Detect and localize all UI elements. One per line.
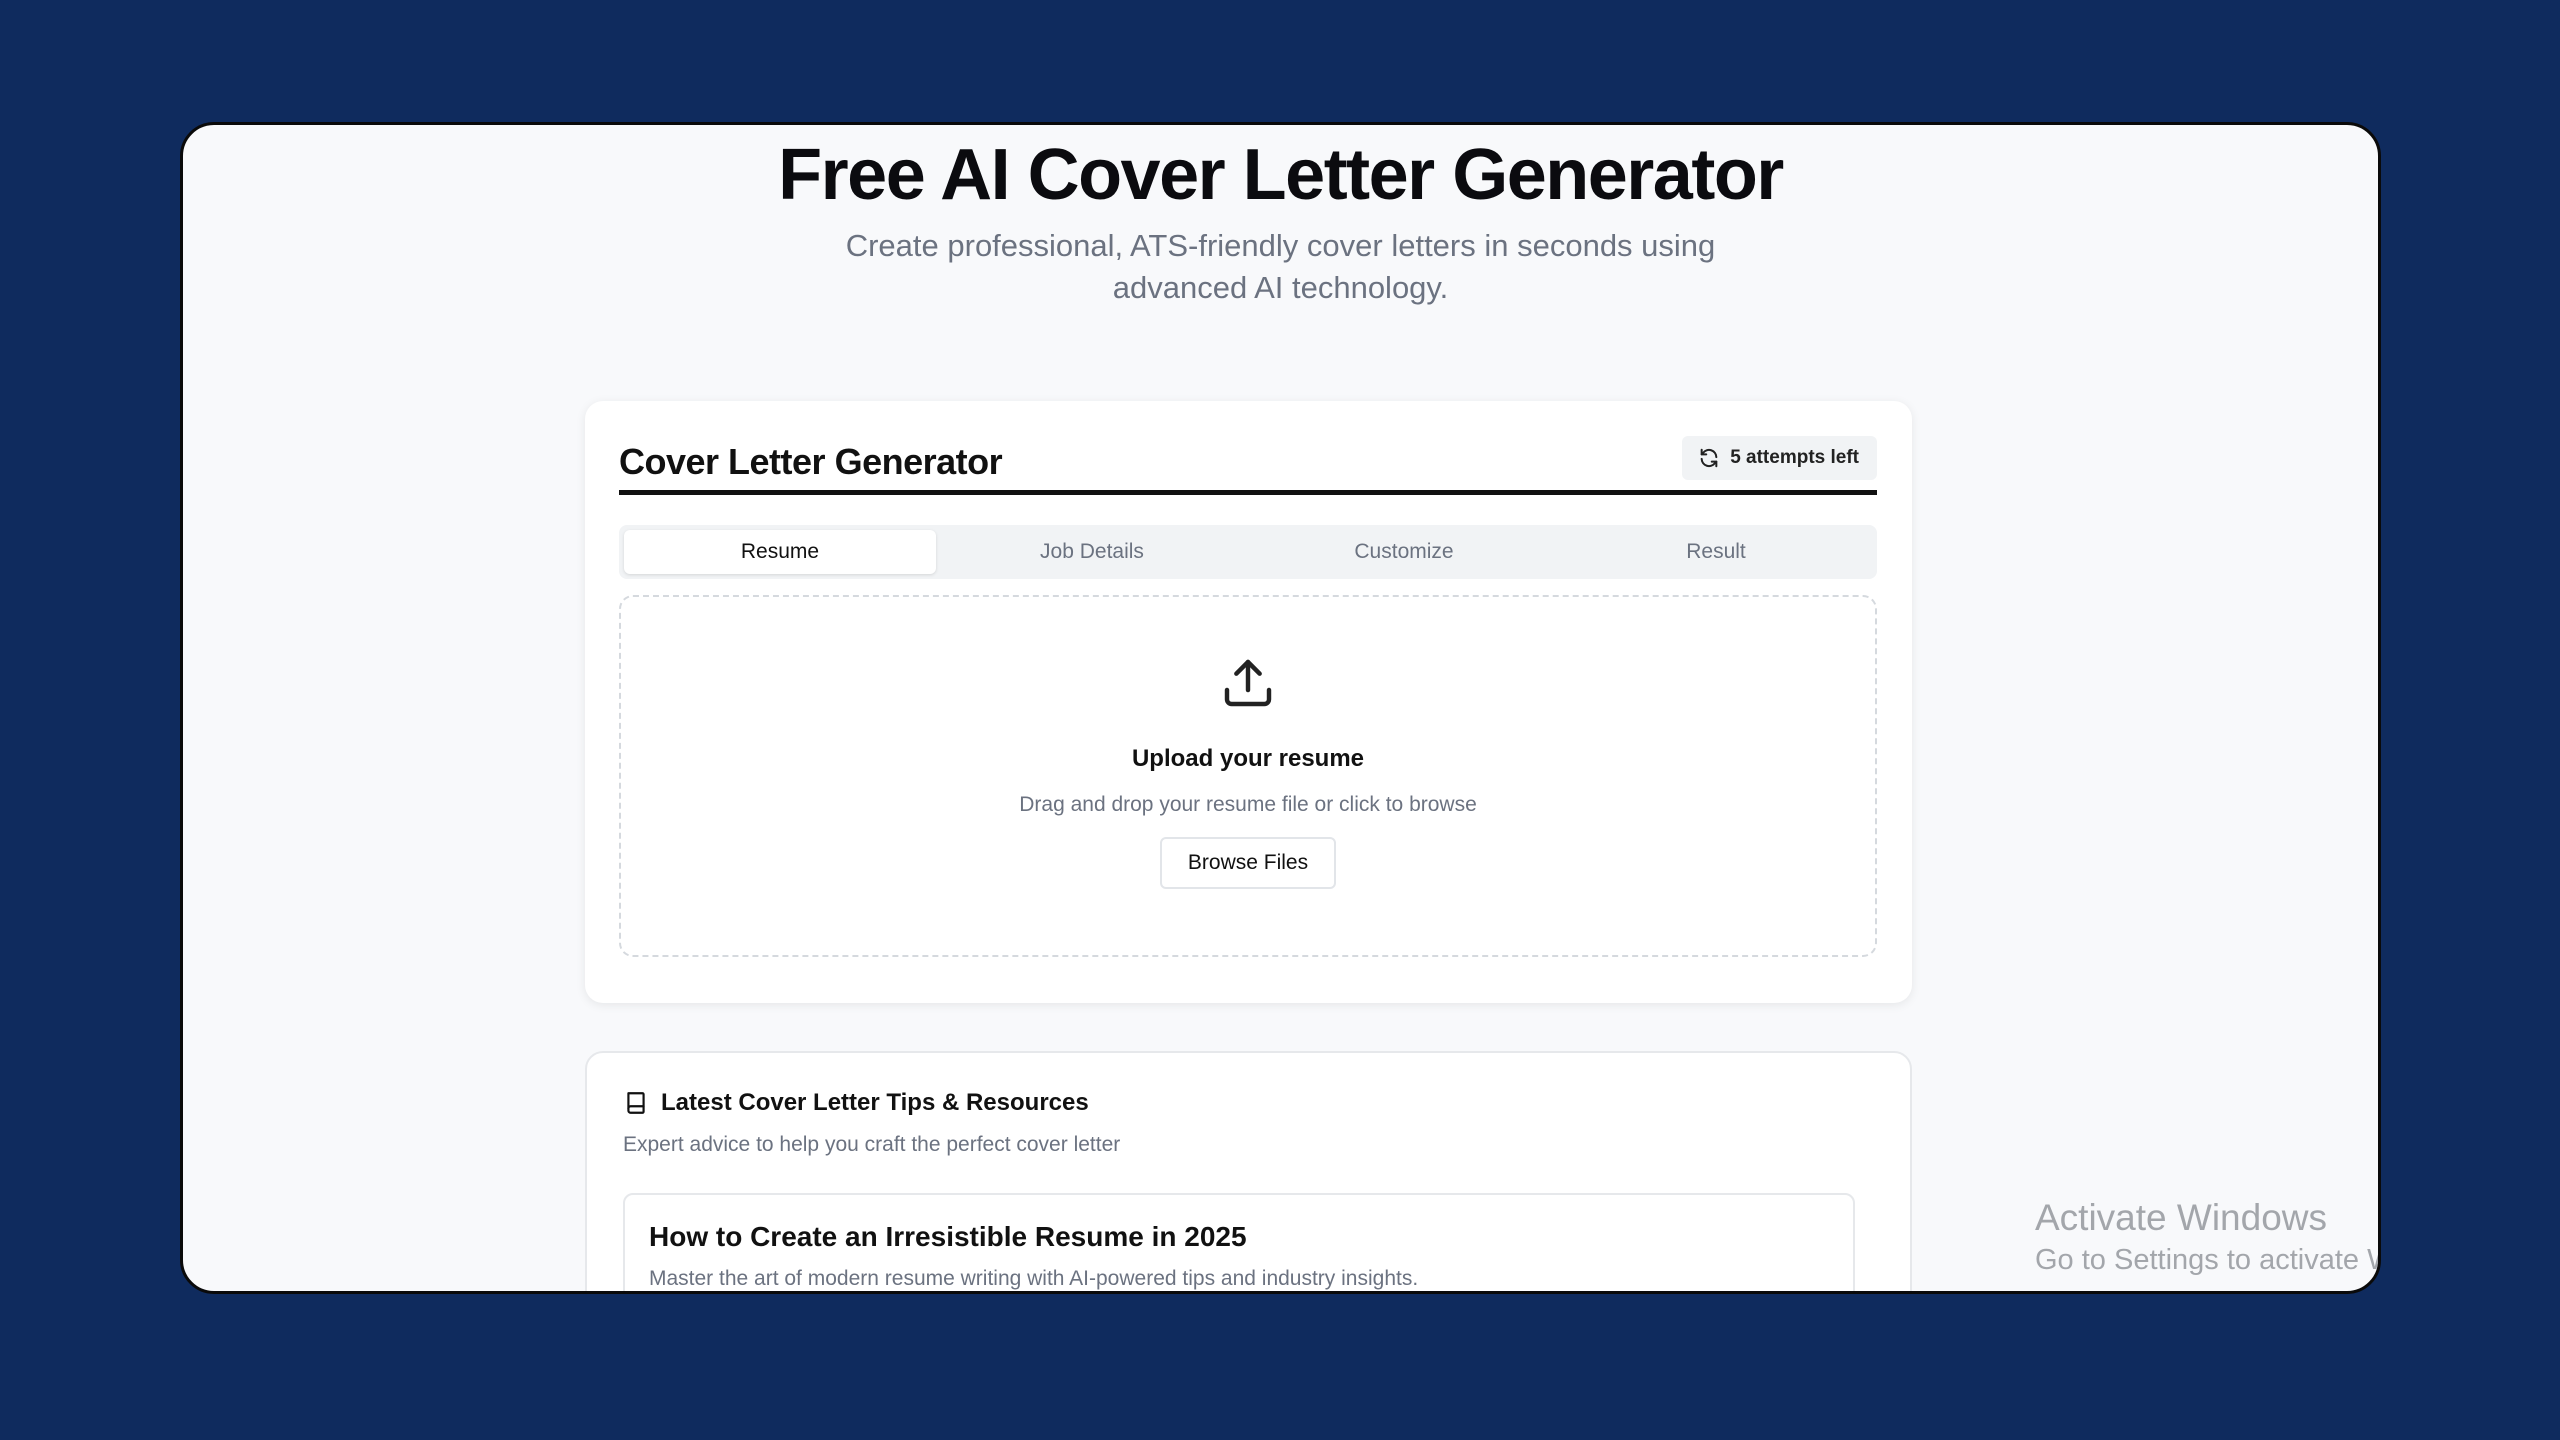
refresh-icon (1700, 448, 1718, 468)
generator-card: Cover Letter Generator 5 attempts left R… (585, 401, 1912, 1003)
generator-title: Cover Letter Generator (619, 441, 1003, 482)
article-title[interactable]: How to Create an Irresistible Resume in … (649, 1221, 1247, 1253)
browse-files-button[interactable]: Browse Files (1160, 837, 1336, 889)
page-title: Free AI Cover Letter Generator (778, 135, 1784, 215)
step-tabs: Resume Job Details Customize Result (619, 525, 1877, 579)
page-subtitle: Create professional, ATS-friendly cover … (845, 228, 1716, 305)
tips-title: Latest Cover Letter Tips & Resources (661, 1089, 1089, 1116)
upload-icon (1224, 659, 1272, 707)
activate-windows-watermark: Activate Windows Go to Settings to activ… (2035, 1195, 2378, 1279)
attempts-label: 5 attempts left (1730, 447, 1859, 468)
tips-card: Latest Cover Letter Tips & Resources Exp… (585, 1051, 1912, 1291)
tab-resume[interactable]: Resume (624, 530, 936, 574)
tab-job-details[interactable]: Job Details (936, 530, 1248, 574)
tips-subtitle: Expert advice to help you craft the perf… (623, 1133, 1121, 1156)
article-card[interactable]: How to Create an Irresistible Resume in … (623, 1193, 1855, 1291)
upload-subtitle: Drag and drop your resume file or click … (1019, 793, 1477, 816)
tab-result[interactable]: Result (1560, 530, 1872, 574)
watermark-line-1: Activate Windows (2035, 1197, 2327, 1238)
book-icon (627, 1092, 645, 1114)
watermark-line-2: Go to Settings to activate Windows. (2035, 1244, 2378, 1276)
tips-header: Latest Cover Letter Tips & Resources (623, 1089, 1089, 1117)
tab-customize[interactable]: Customize (1248, 530, 1560, 574)
generator-header: Cover Letter Generator 5 attempts left (619, 433, 1877, 495)
attempts-badge: 5 attempts left (1682, 436, 1877, 480)
article-description: Master the art of modern resume writing … (649, 1267, 1419, 1290)
browser-frame: Free AI Cover Letter Generator Create pr… (180, 122, 2381, 1294)
resume-dropzone[interactable]: Upload your resume Drag and drop your re… (619, 595, 1877, 957)
upload-title: Upload your resume (1131, 745, 1365, 772)
